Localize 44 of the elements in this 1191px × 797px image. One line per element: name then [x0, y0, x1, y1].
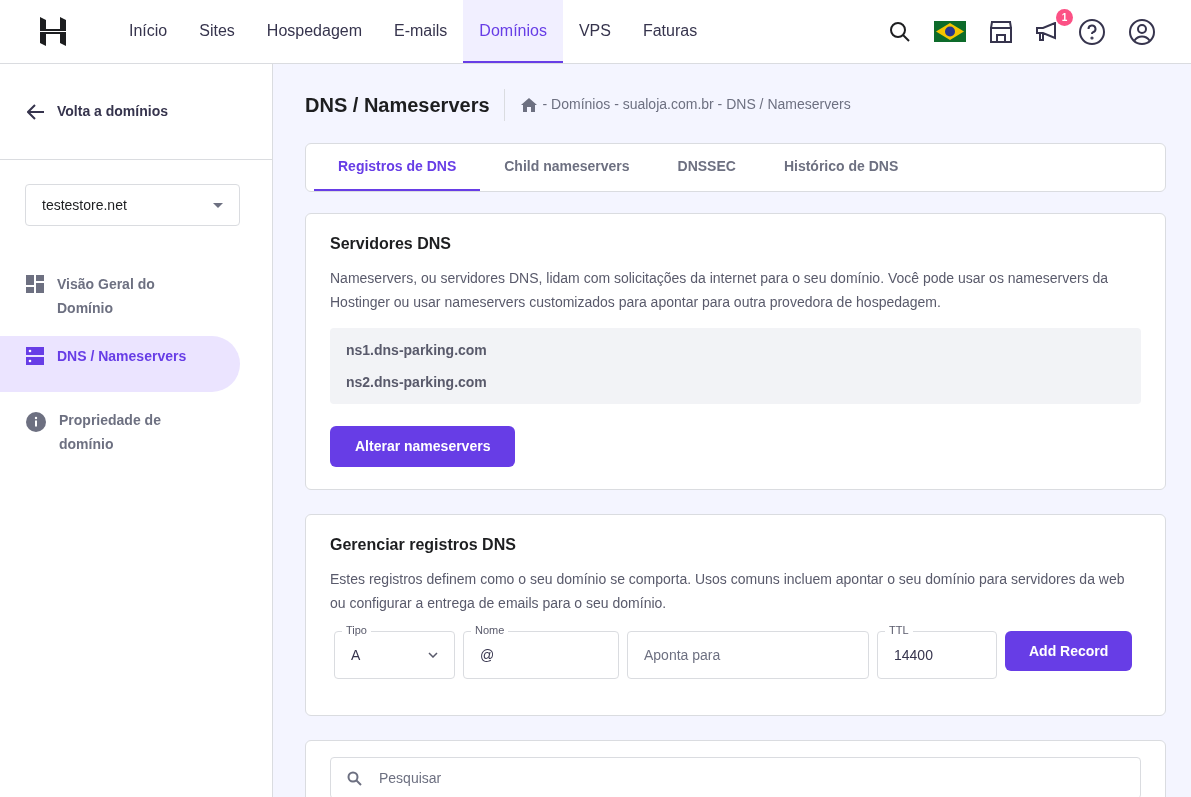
- nav-item[interactable]: Hospedagem: [250, 0, 378, 63]
- sidebar-item[interactable]: Propriedade de domínio: [0, 400, 240, 464]
- domain-select[interactable]: testestore.net: [25, 184, 240, 226]
- tab[interactable]: DNSSEC: [653, 144, 760, 191]
- nav-item[interactable]: Domínios: [463, 0, 563, 63]
- info-icon: [26, 412, 46, 432]
- notification-badge: 1: [1056, 9, 1073, 26]
- sidebar-item[interactable]: Visão Geral do Domínio: [0, 264, 240, 328]
- card-title: Gerenciar registros DNS: [330, 535, 517, 555]
- sidebar-item[interactable]: DNS / Nameservers: [0, 336, 240, 392]
- page-title: DNS / Nameservers: [305, 88, 505, 121]
- card-description: Estes registros definem como o seu domínio se comporta. Usos comuns incluem apontar o seu domínio para servidores da web ou configurar a entrega de emails para o seu domínio.: [330, 570, 1126, 613]
- arrow-left-icon: [27, 103, 45, 120]
- card-title: Servidores DNS: [330, 234, 452, 254]
- nav-item[interactable]: VPS: [562, 0, 627, 63]
- tab[interactable]: Child nameservers: [480, 144, 654, 191]
- tab[interactable]: Registros de DNS: [314, 144, 481, 191]
- home-icon[interactable]: [520, 97, 537, 112]
- change-nameservers-button[interactable]: Alterar nameservers: [330, 426, 516, 467]
- server-icon: [26, 347, 44, 365]
- search-icon: [347, 771, 362, 786]
- megaphone-icon[interactable]: [1036, 22, 1056, 41]
- chevron-down-icon: [428, 652, 438, 658]
- nameserver: ns2.dns-parking.com: [346, 373, 487, 392]
- help-icon[interactable]: [1078, 17, 1106, 46]
- back-link[interactable]: Volta a domínios: [0, 64, 272, 160]
- logo-icon[interactable]: [40, 17, 66, 46]
- search-icon[interactable]: [888, 19, 912, 44]
- dashboard-icon: [26, 275, 44, 293]
- nameserver: ns1.dns-parking.com: [346, 341, 487, 360]
- store-icon[interactable]: [988, 19, 1014, 44]
- card-description: Nameservers, ou servidores DNS, lidam com solicitações da internet para o seu domínio. Você pode usar os nameservers da Hostinger ou usar nameservers customizados para apontar para outra provedora de hospedagem.: [330, 269, 1110, 312]
- nav-item[interactable]: Faturas: [626, 0, 714, 63]
- search-field[interactable]: Pesquisar: [330, 757, 1141, 797]
- add-record-button[interactable]: Add Record: [1005, 631, 1133, 671]
- input-field[interactable]: Aponta para: [627, 631, 869, 679]
- dropdown-caret-icon: [213, 202, 223, 208]
- flag-icon[interactable]: [934, 21, 966, 42]
- nav-item[interactable]: E-mails: [378, 0, 464, 63]
- tab[interactable]: Histórico de DNS: [759, 144, 923, 191]
- account-icon[interactable]: [1128, 17, 1156, 46]
- nav-item[interactable]: Início: [113, 0, 184, 63]
- nav-item[interactable]: Sites: [183, 0, 251, 63]
- breadcrumb: - Domínios - sualoja.com.br - DNS / Nameservers: [542, 95, 851, 114]
